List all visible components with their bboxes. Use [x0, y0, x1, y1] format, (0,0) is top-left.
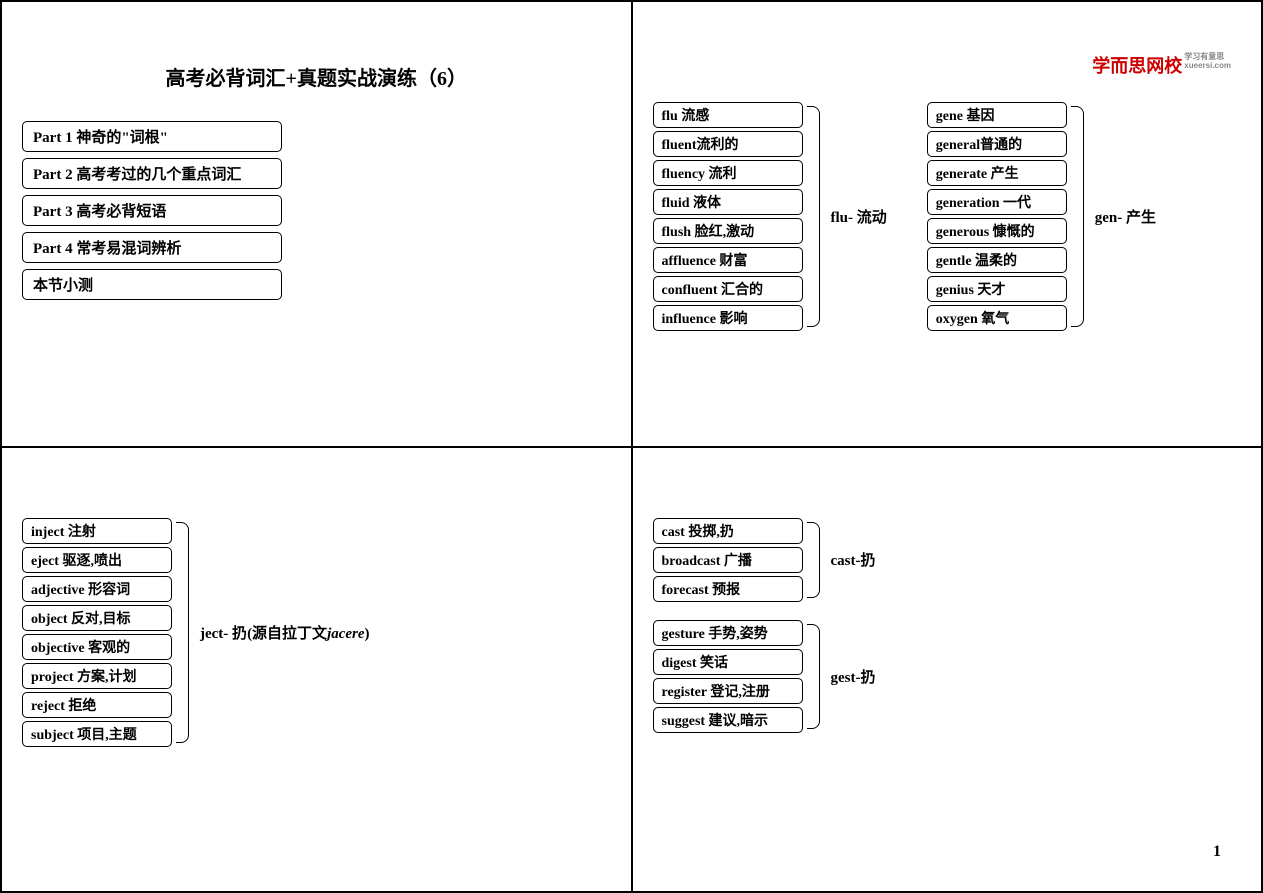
word-list: inject 注射 eject 驱逐,喷出 adjective 形容词 obje… — [22, 518, 172, 747]
word-item: genius 天才 — [927, 276, 1067, 302]
word-item: gene 基因 — [927, 102, 1067, 128]
word-item: reject 拒绝 — [22, 692, 172, 718]
word-item: gesture 手势,姿势 — [653, 620, 803, 646]
quadrant-1: 高考必背词汇+真题实战演练（6） Part 1 神奇的"词根" Part 2 高… — [1, 1, 632, 447]
word-item: register 登记,注册 — [653, 678, 803, 704]
word-group-flu: flu 流感 fluent流利的 fluency 流利 fluid 液体 flu… — [653, 102, 887, 331]
page-grid: 高考必背词汇+真题实战演练（6） Part 1 神奇的"词根" Part 2 高… — [0, 0, 1263, 893]
word-item: general普通的 — [927, 131, 1067, 157]
word-item: generation 一代 — [927, 189, 1067, 215]
bracket-icon — [807, 102, 827, 331]
quadrant-2: 学而思网校学习有意思xueersi.com flu 流感 fluent流利的 f… — [632, 1, 1263, 447]
word-list: gene 基因 general普通的 generate 产生 generatio… — [927, 102, 1067, 331]
word-item: affluence 财富 — [653, 247, 803, 273]
root-label-flu: flu- 流动 — [831, 206, 887, 227]
word-list: flu 流感 fluent流利的 fluency 流利 fluid 液体 flu… — [653, 102, 803, 331]
word-list: gesture 手势,姿势 digest 笑话 register 登记,注册 s… — [653, 620, 803, 733]
word-item: broadcast 广播 — [653, 547, 803, 573]
toc-item: Part 1 神奇的"词根" — [22, 121, 282, 152]
word-item: cast 投掷,扔 — [653, 518, 803, 544]
word-group-gest: gesture 手势,姿势 digest 笑话 register 登记,注册 s… — [653, 620, 1242, 733]
word-item: influence 影响 — [653, 305, 803, 331]
word-item: fluency 流利 — [653, 160, 803, 186]
toc-item: 本节小测 — [22, 269, 282, 300]
word-item: project 方案,计划 — [22, 663, 172, 689]
word-item: fluid 液体 — [653, 189, 803, 215]
toc-list: Part 1 神奇的"词根" Part 2 高考考过的几个重点词汇 Part 3… — [22, 121, 611, 300]
bracket-icon — [1071, 102, 1091, 331]
word-item: object 反对,目标 — [22, 605, 172, 631]
root-label-ject: ject- 扔(源自拉丁文jacere) — [200, 622, 370, 643]
root-label-cast: cast-扔 — [831, 549, 876, 570]
word-item: suggest 建议,暗示 — [653, 707, 803, 733]
bracket-icon — [176, 518, 196, 747]
root-label-gen: gen- 产生 — [1095, 206, 1156, 227]
bracket-icon — [807, 620, 827, 733]
word-item: flush 脸红,激动 — [653, 218, 803, 244]
word-item: flu 流感 — [653, 102, 803, 128]
bracket-icon — [807, 518, 827, 602]
page-number: 1 — [1213, 843, 1221, 861]
word-item: eject 驱逐,喷出 — [22, 547, 172, 573]
root-label-gest: gest-扔 — [831, 666, 876, 687]
word-item: generate 产生 — [927, 160, 1067, 186]
toc-item: Part 3 高考必背短语 — [22, 195, 282, 226]
page-title: 高考必背词汇+真题实战演练（6） — [22, 62, 611, 91]
word-item: oxygen 氧气 — [927, 305, 1067, 331]
word-item: generous 慷慨的 — [927, 218, 1067, 244]
quadrant-4: cast 投掷,扔 broadcast 广播 forecast 预报 cast-… — [632, 447, 1263, 893]
logo-sub2: xueersi.com — [1184, 61, 1231, 70]
word-group-ject: inject 注射 eject 驱逐,喷出 adjective 形容词 obje… — [22, 518, 611, 747]
word-item: adjective 形容词 — [22, 576, 172, 602]
word-item: inject 注射 — [22, 518, 172, 544]
word-item: fluent流利的 — [653, 131, 803, 157]
logo-main: 学而思网校 — [1092, 56, 1182, 76]
quadrant-3: inject 注射 eject 驱逐,喷出 adjective 形容词 obje… — [1, 447, 632, 893]
word-item: objective 客观的 — [22, 634, 172, 660]
toc-item: Part 4 常考易混词辨析 — [22, 232, 282, 263]
word-item: subject 项目,主题 — [22, 721, 172, 747]
word-item: digest 笑话 — [653, 649, 803, 675]
logo-sub1: 学习有意思 — [1184, 52, 1224, 61]
brand-logo: 学而思网校学习有意思xueersi.com — [1092, 52, 1231, 78]
word-item: confluent 汇合的 — [653, 276, 803, 302]
word-group-gen: gene 基因 general普通的 generate 产生 generatio… — [927, 102, 1156, 331]
word-item: gentle 温柔的 — [927, 247, 1067, 273]
word-list: cast 投掷,扔 broadcast 广播 forecast 预报 — [653, 518, 803, 602]
word-item: forecast 预报 — [653, 576, 803, 602]
word-group-cast: cast 投掷,扔 broadcast 广播 forecast 预报 cast-… — [653, 518, 1242, 602]
toc-item: Part 2 高考考过的几个重点词汇 — [22, 158, 282, 189]
